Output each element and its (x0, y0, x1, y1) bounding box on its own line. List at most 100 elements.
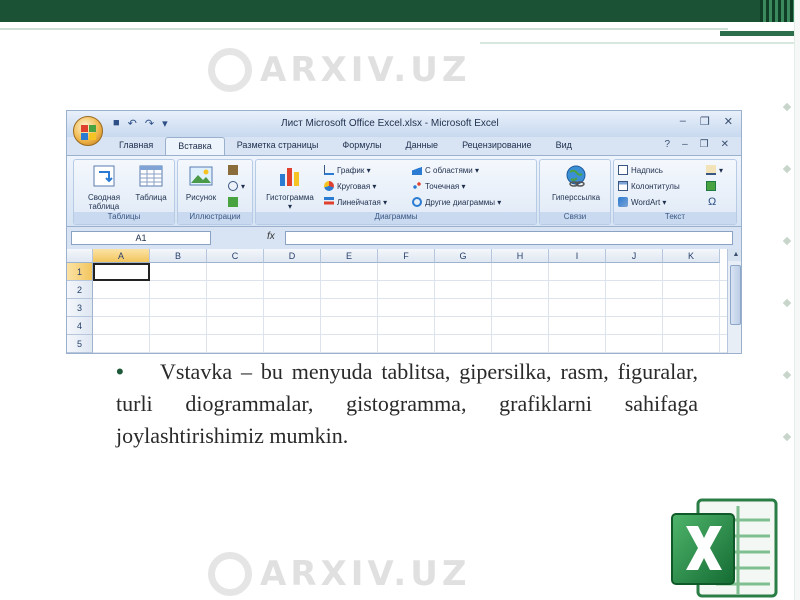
active-cell[interactable] (93, 263, 150, 281)
minimize-icon[interactable]: – (682, 139, 688, 150)
grid-line (719, 263, 720, 353)
picture-button[interactable]: Рисунок (180, 164, 222, 202)
grid-line (548, 263, 549, 353)
histogram-icon (280, 168, 299, 186)
picture-icon (189, 166, 213, 186)
histogram-button[interactable]: Гистограмма ▾ (260, 164, 320, 211)
column-header[interactable]: F (378, 249, 435, 263)
pie-button[interactable]: Круговая ▾ (324, 180, 376, 192)
hyperlink-button[interactable]: Гиперссылка (542, 164, 610, 202)
help-icon[interactable]: ? (665, 139, 671, 150)
textbox-label: Надпись (631, 165, 663, 175)
row-header[interactable]: 5 (67, 335, 93, 353)
textbox-icon (618, 165, 628, 175)
scatter-button[interactable]: Точечная ▾ (412, 180, 466, 192)
other-charts-button[interactable]: Другие диаграммы ▾ (412, 196, 501, 208)
spreadsheet-grid[interactable]: ABCDEFGHIJK 12345 (67, 249, 727, 353)
row-header[interactable]: 4 (67, 317, 93, 335)
wordart-button[interactable]: WordArt ▾ (618, 196, 666, 208)
area-chart-icon (412, 165, 422, 175)
column-header[interactable]: E (321, 249, 378, 263)
column-header[interactable]: K (663, 249, 720, 263)
row-header[interactable]: 2 (67, 281, 93, 299)
graph-button[interactable]: График ▾ (324, 164, 371, 176)
formula-input[interactable] (285, 231, 733, 245)
column-header[interactable]: D (264, 249, 321, 263)
function-icon[interactable]: fx (267, 231, 275, 242)
group-illustrations: Рисунок ▾ Иллюстрации (177, 159, 253, 225)
area-button[interactable]: С областями ▾ (412, 164, 479, 176)
signature-icon (706, 165, 716, 175)
clipart-button[interactable] (228, 164, 241, 176)
group-label-charts: Диаграммы (256, 212, 536, 224)
grid-line (662, 263, 663, 353)
minimize-icon[interactable]: – (680, 115, 686, 128)
excel-logo-icon (671, 498, 778, 598)
tab-view[interactable]: Вид (544, 137, 584, 155)
clipart-icon (228, 165, 238, 175)
column-header[interactable]: G (435, 249, 492, 263)
object-button[interactable] (706, 180, 719, 192)
group-text: Надпись Колонтитулы WordArt ▾ ▾ Ω Текст (613, 159, 737, 225)
restore-icon[interactable]: ❐ (700, 139, 709, 150)
vertical-scrollbar[interactable]: ▲ (727, 249, 741, 353)
tab-page-layout[interactable]: Разметка страницы (225, 137, 331, 155)
column-header[interactable]: J (606, 249, 663, 263)
row-header[interactable]: 3 (67, 299, 93, 317)
smartart-button[interactable] (228, 196, 241, 208)
tab-data[interactable]: Данные (394, 137, 451, 155)
column-header[interactable]: A (93, 249, 150, 263)
tab-formulas[interactable]: Формулы (330, 137, 393, 155)
header-footer-label: Колонтитулы (631, 181, 680, 191)
select-all-corner[interactable] (67, 249, 93, 263)
qat-dropdown-icon[interactable]: ▾ (162, 117, 168, 130)
textbox-button[interactable]: Надпись (618, 164, 663, 176)
tab-home[interactable]: Главная (107, 137, 165, 155)
bar-chart-icon (324, 197, 334, 207)
undo-icon[interactable]: ↶ (128, 117, 137, 130)
omega-icon: Ω (708, 196, 717, 208)
column-header[interactable]: B (150, 249, 207, 263)
ribbon-controls: ? – ❐ ✕ (665, 139, 729, 150)
column-header[interactable]: C (207, 249, 264, 263)
close-icon[interactable]: ✕ (721, 139, 729, 150)
shapes-button[interactable]: ▾ (228, 180, 245, 192)
group-label-tables: Таблицы (74, 212, 174, 224)
redo-icon[interactable]: ↷ (145, 117, 154, 130)
table-button[interactable]: Таблица (130, 164, 172, 202)
name-box[interactable]: A1 (71, 231, 211, 245)
scatter-chart-icon (412, 181, 422, 191)
group-links: Гиперссылка Связи (539, 159, 611, 225)
header-footer-button[interactable]: Колонтитулы (618, 180, 680, 192)
scroll-thumb[interactable] (730, 265, 741, 325)
row-header[interactable]: 1 (67, 263, 93, 281)
restore-icon[interactable]: ❐ (700, 115, 710, 128)
grid-line (206, 263, 207, 353)
decor-line (480, 42, 800, 44)
decor-line-accent (720, 31, 800, 36)
tab-review[interactable]: Рецензирование (450, 137, 544, 155)
excel-title-bar: Лист Microsoft Office Excel.xlsx - Micro… (67, 111, 741, 137)
signature-line-button[interactable]: ▾ (706, 164, 723, 176)
watermark: ARXIV.UZ (208, 48, 470, 92)
symbol-button[interactable]: Ω (708, 196, 716, 208)
group-label-illustrations: Иллюстрации (178, 212, 252, 224)
office-logo-icon (89, 125, 96, 132)
scatter-label: Точечная (425, 181, 460, 191)
grid-line (263, 263, 264, 353)
table-label: Таблица (135, 193, 167, 202)
grid-line (605, 263, 606, 353)
close-icon[interactable]: ✕ (724, 115, 733, 128)
other-charts-label: Другие диаграммы (425, 197, 495, 207)
tab-insert[interactable]: Вставка (165, 137, 225, 155)
right-decor-strip (794, 0, 800, 600)
save-icon[interactable]: ■ (113, 117, 120, 130)
grid-line (93, 298, 727, 299)
decor-diamond (782, 102, 792, 112)
line-bar-button[interactable]: Линейчатая ▾ (324, 196, 387, 208)
scroll-up-icon[interactable]: ▲ (728, 249, 741, 261)
column-header[interactable]: I (549, 249, 606, 263)
pivot-table-button[interactable]: Сводная таблица (78, 164, 130, 211)
column-header[interactable]: H (492, 249, 549, 263)
excel-window-screenshot: Лист Microsoft Office Excel.xlsx - Micro… (66, 110, 742, 354)
